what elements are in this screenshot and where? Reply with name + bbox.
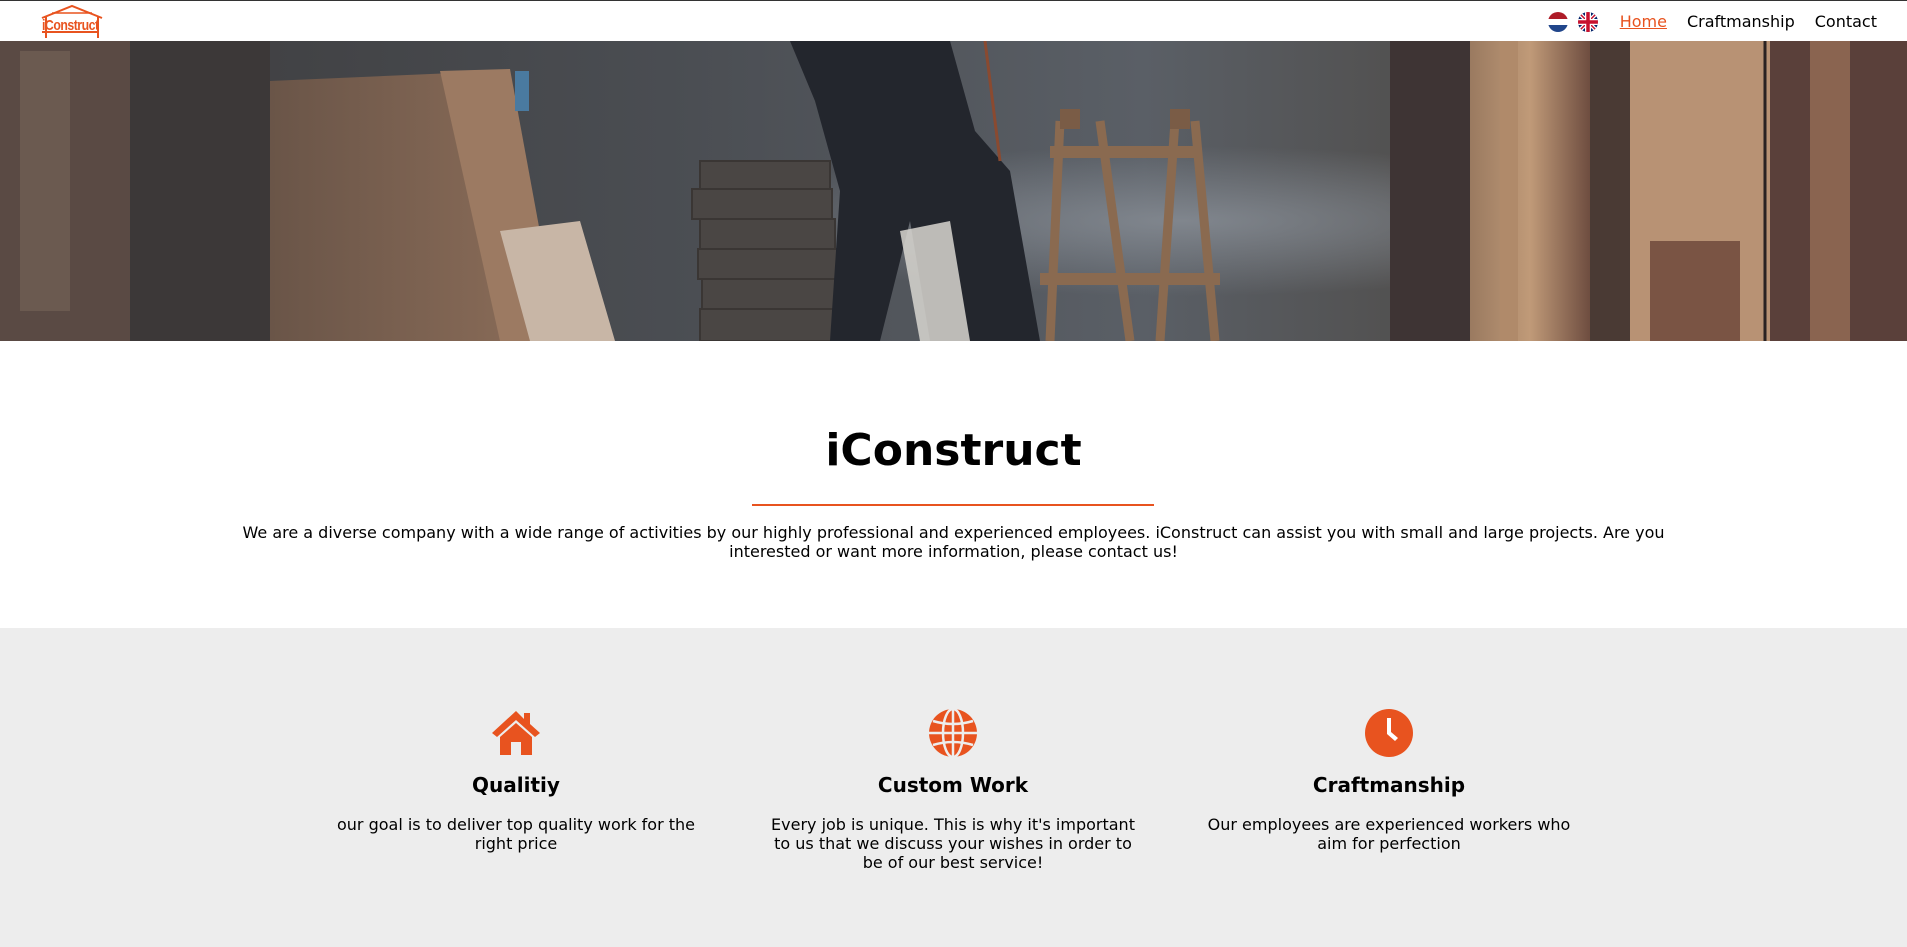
feature-title: Custom Work	[877, 773, 1029, 797]
uk-flag-icon[interactable]	[1577, 11, 1598, 32]
features-section: Qualitiy our goal is to deliver top qual…	[0, 628, 1907, 947]
nav-home-link[interactable]: Home	[1620, 12, 1667, 31]
nav-craftmanship-link[interactable]: Craftmanship	[1687, 12, 1795, 31]
feature-text: our goal is to deliver top quality work …	[336, 815, 696, 853]
site-header: iConstruct Home Craftmanship Contact	[0, 0, 1907, 41]
nav-contact-link[interactable]: Contact	[1815, 12, 1877, 31]
logo-text: iConstruct	[42, 17, 99, 34]
house-icon	[490, 707, 542, 759]
globe-icon	[927, 707, 979, 759]
page: iConstruct Home Craftmanship Contact iCo…	[0, 0, 1907, 947]
intro-text: We are a diverse company with a wide ran…	[242, 523, 1665, 561]
feature-text: Every job is unique. This is why it's im…	[771, 815, 1135, 872]
logo[interactable]: iConstruct	[40, 4, 104, 40]
netherlands-flag-icon[interactable]	[1547, 11, 1568, 32]
feature-text: Our employees are experienced workers wh…	[1207, 815, 1571, 853]
feature-title: Qualitiy	[472, 773, 560, 797]
intro-divider	[752, 504, 1154, 506]
intro-section: iConstruct We are a diverse company with…	[0, 341, 1907, 628]
feature-title: Craftmanship	[1312, 773, 1466, 797]
clock-icon	[1363, 707, 1415, 759]
main-nav: Home Craftmanship Contact	[1547, 1, 1877, 42]
hero-image	[0, 41, 1907, 341]
intro-title: iConstruct	[825, 425, 1082, 476]
